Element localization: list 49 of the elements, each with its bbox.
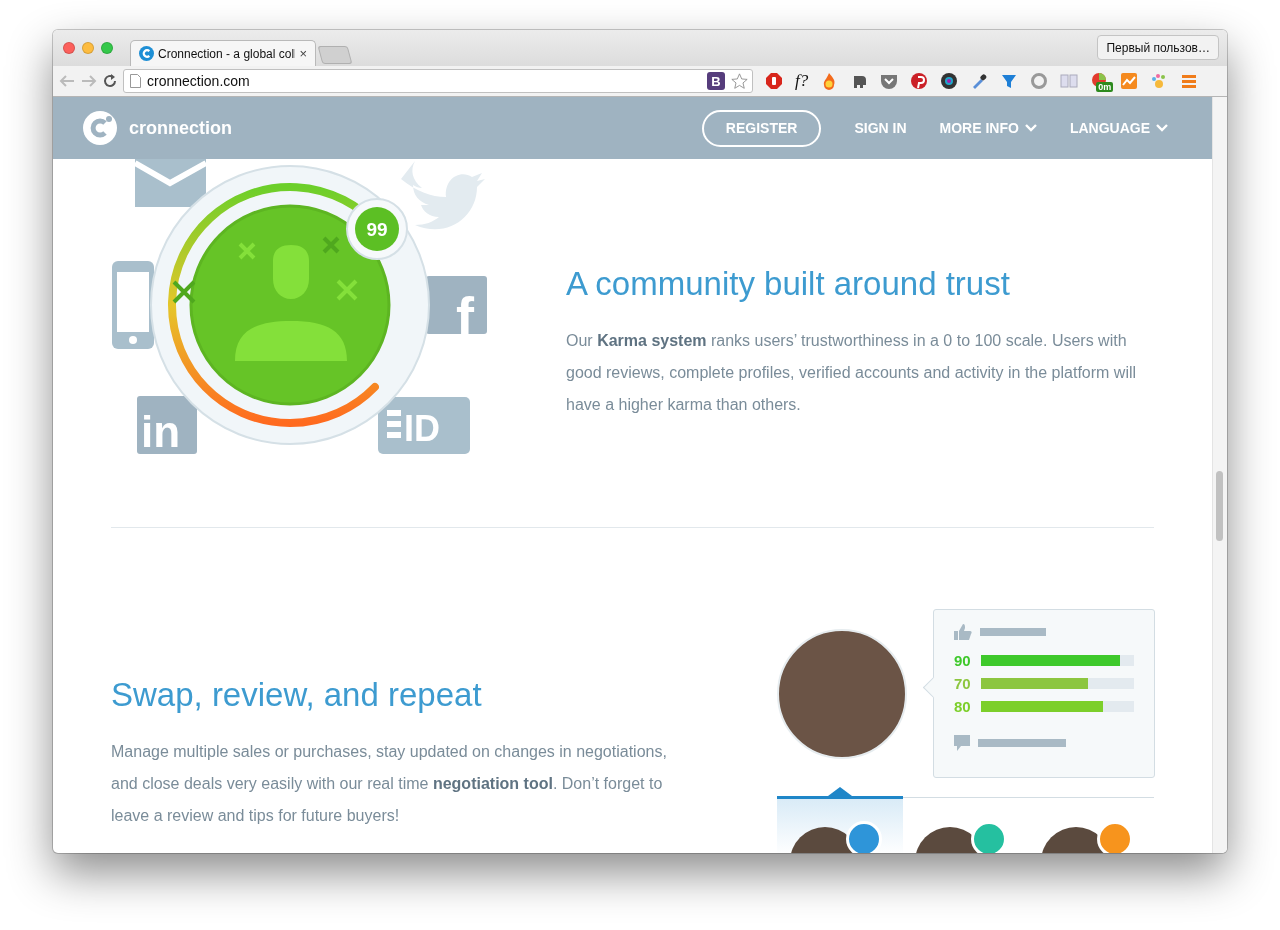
karma-score: 99 bbox=[366, 219, 388, 240]
lens-icon[interactable] bbox=[940, 72, 959, 90]
font-extension-icon[interactable]: f? bbox=[795, 71, 809, 91]
section-heading: Swap, review, and repeat bbox=[111, 676, 483, 714]
url-text: cronnection.com bbox=[147, 73, 251, 89]
minimize-window-button[interactable] bbox=[82, 42, 94, 54]
linkedin-icon: in bbox=[137, 396, 197, 456]
zoom-window-button[interactable] bbox=[101, 42, 113, 54]
caret-icon bbox=[827, 787, 852, 796]
menu-icon[interactable] bbox=[1180, 72, 1199, 90]
chevron-down-icon bbox=[1024, 124, 1037, 132]
thumbs-up-icon bbox=[954, 624, 972, 640]
site-logo-icon bbox=[139, 46, 154, 61]
section-text: Manage multiple sales or purchases, stay updated on changes in negotiations, and close deals very easily with our real time negotiation tool. Don’t forget to leave a review and tips for future buyers! bbox=[111, 742, 668, 826]
id-card-icon: ID bbox=[378, 397, 470, 454]
section-heading: A community built around trust bbox=[566, 265, 1011, 303]
page-icon bbox=[130, 74, 141, 88]
two-panes-icon[interactable] bbox=[1060, 72, 1079, 90]
section-text: Our Karma system ranks users’ trustworthiness in a 0 to 100 scale. Users with good reviews, complete profiles, verified accounts and activity in the platform will have a higher karma than others. bbox=[566, 331, 1138, 415]
stop-sign-icon[interactable] bbox=[765, 72, 783, 90]
reload-icon[interactable] bbox=[103, 74, 117, 88]
ring-icon[interactable] bbox=[1030, 72, 1049, 90]
profile-button[interactable]: Первый пользов… bbox=[1097, 35, 1219, 60]
profile-tab[interactable] bbox=[777, 796, 903, 853]
bird-icon bbox=[401, 161, 485, 230]
pocket-icon[interactable] bbox=[880, 72, 899, 90]
rating-value: 70 bbox=[954, 675, 972, 692]
funnel-icon[interactable] bbox=[1000, 72, 1019, 90]
tab-title: Cronnection - a global coll bbox=[158, 46, 296, 61]
speech-bubble-icon bbox=[954, 735, 970, 751]
forward-icon[interactable] bbox=[81, 74, 97, 88]
close-tab-icon[interactable]: × bbox=[299, 46, 307, 61]
bookmarklet-icon[interactable]: B bbox=[707, 72, 725, 90]
brand-name: cronnection bbox=[129, 117, 233, 139]
star-icon[interactable] bbox=[731, 72, 748, 90]
phone-icon bbox=[112, 261, 154, 349]
brand-logo-icon bbox=[83, 111, 117, 145]
counter-badge: 0m bbox=[1096, 82, 1114, 92]
new-tab-button[interactable] bbox=[317, 46, 353, 64]
line-chart-icon[interactable] bbox=[1120, 72, 1139, 90]
rating-value: 90 bbox=[954, 652, 972, 669]
back-icon[interactable] bbox=[59, 74, 75, 88]
close-window-button[interactable] bbox=[63, 42, 75, 54]
pin-icon[interactable] bbox=[910, 72, 929, 90]
address-field[interactable]: cronnection.com B bbox=[123, 69, 753, 93]
browser-tab[interactable]: Cronnection - a global coll × bbox=[130, 40, 316, 66]
scrollbar-thumb[interactable] bbox=[1216, 471, 1223, 541]
rating-value: 80 bbox=[954, 698, 972, 715]
chevron-down-icon bbox=[1156, 124, 1168, 132]
